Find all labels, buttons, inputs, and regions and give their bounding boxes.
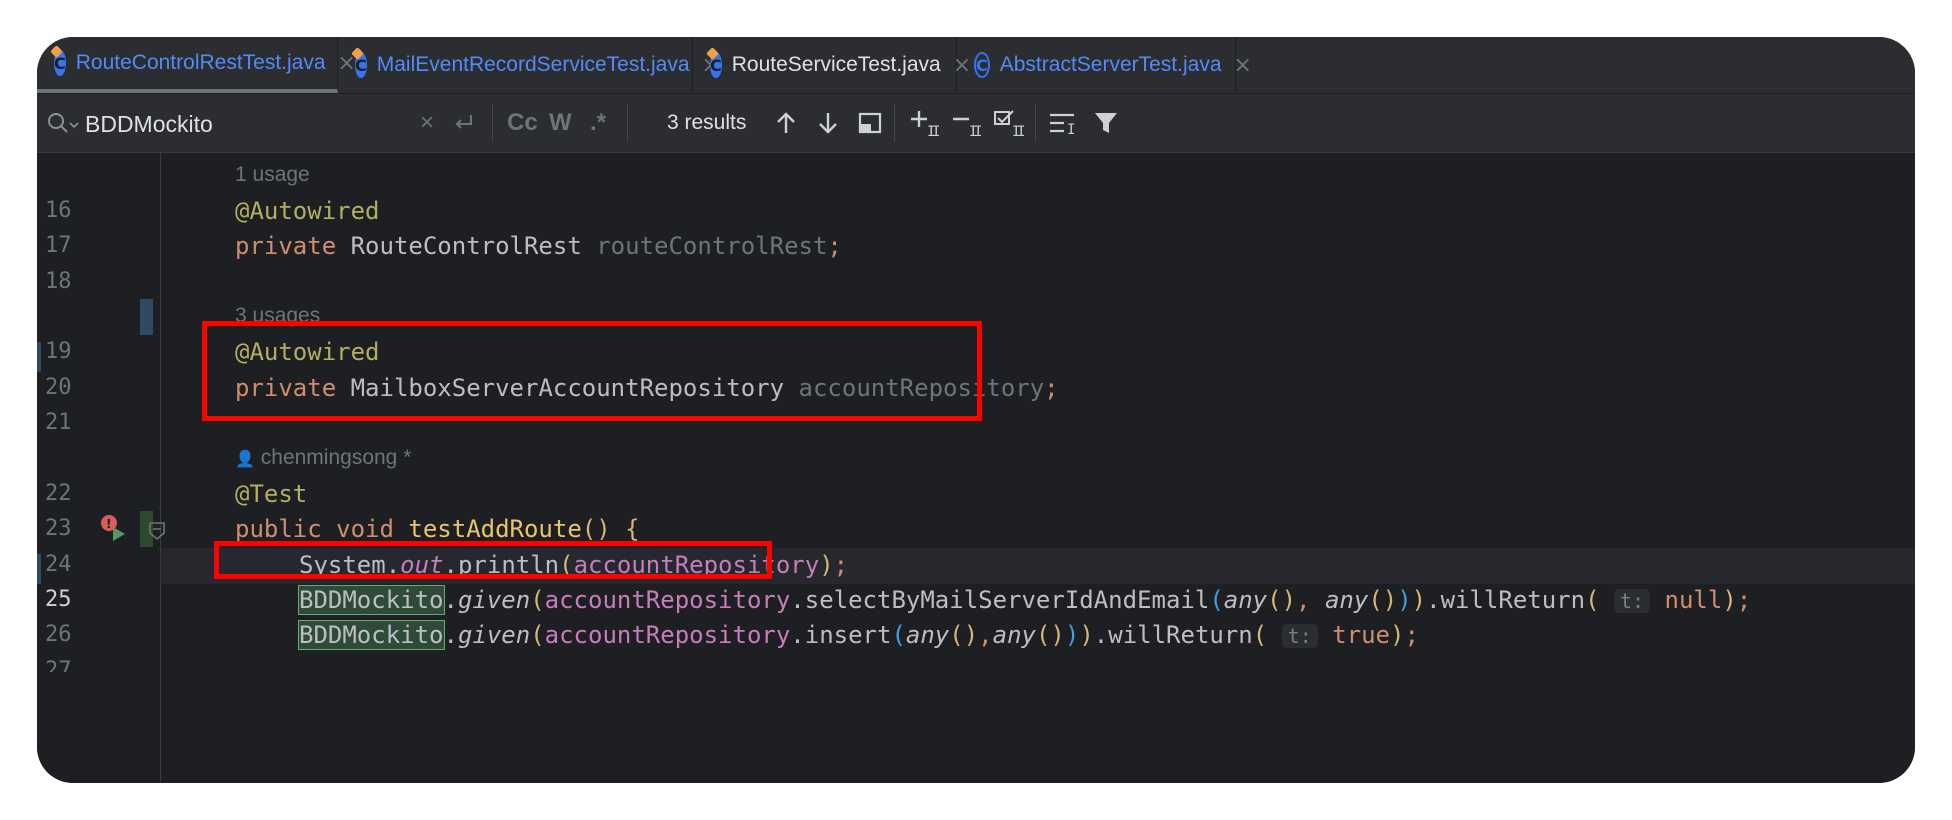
add-occurrence-icon[interactable]: II [909, 94, 939, 152]
tab-label: RouteControlRestTest.java [75, 51, 326, 74]
highlight-box-println [214, 541, 772, 579]
usage-hint[interactable]: 1 usage [235, 163, 310, 187]
separator [894, 104, 895, 142]
tab-label: RouteServiceTest.java [731, 53, 941, 76]
code-line-22[interactable]: @Test [235, 480, 307, 508]
run-test-icon[interactable]: ! [99, 513, 129, 547]
code-line-16[interactable]: @Autowired [235, 197, 380, 225]
tab-abstract-server-test[interactable]: C AbstractServerTest.java × [957, 37, 1252, 93]
parameter-hint: t: [1613, 589, 1651, 613]
line-number: 21 [45, 410, 72, 435]
author-name: chenmingsong * [260, 446, 412, 469]
svg-text:I: I [1017, 124, 1025, 137]
java-test-class-icon: C [355, 52, 367, 78]
results-count: 3 results [667, 111, 747, 134]
svg-text:I: I [974, 124, 981, 137]
code-line-25[interactable]: BDDMockito.given(accountRepository.selec… [298, 585, 1751, 615]
match-case-button[interactable]: Cc [507, 94, 538, 152]
remove-occurrence-icon[interactable]: II [951, 94, 981, 152]
tab-route-service-test[interactable]: C RouteServiceTest.java × [693, 37, 971, 93]
separator [1035, 104, 1036, 142]
editor-tab-bar: C RouteControlRestTest.java × C MailEven… [37, 37, 1915, 94]
find-bar: × Cc W .* 3 results II II II I [37, 94, 1915, 153]
user-icon: 👤 [235, 451, 255, 468]
line-number: 20 [45, 375, 72, 400]
svg-text:I: I [932, 124, 939, 137]
gutter-divider [160, 153, 161, 783]
line-number: 16 [45, 198, 72, 223]
line-number: 25 [45, 587, 72, 612]
code-line-17[interactable]: private RouteControlRest routeControlRes… [235, 232, 842, 260]
code-editor[interactable]: 1 usage 3 usages 👤 chenmingsong * 16 17 … [37, 153, 1915, 783]
ide-window: C RouteControlRestTest.java × C MailEven… [37, 37, 1915, 783]
search-options-icon[interactable]: I [1048, 94, 1078, 152]
previous-occurrence-icon[interactable] [774, 94, 798, 152]
select-all-occurrences-icon[interactable]: II [993, 94, 1025, 152]
svg-text:!: ! [106, 517, 111, 531]
highlight-box-field [202, 321, 982, 421]
line-number: 26 [45, 622, 72, 647]
tab-label: MailEventRecordServiceTest.java [376, 53, 690, 76]
line-number: 22 [45, 481, 72, 506]
java-test-class-icon: C [54, 50, 66, 76]
line-number: 18 [45, 269, 72, 294]
java-abstract-class-icon: C [974, 52, 990, 78]
code-line-23[interactable]: public void testAddRoute() { [235, 515, 640, 543]
line-number: 24 [45, 552, 72, 577]
java-test-class-icon: C [710, 52, 722, 78]
line-number-partial: 27 [45, 658, 72, 672]
new-line-icon[interactable] [451, 94, 477, 152]
filter-icon[interactable] [1092, 94, 1120, 152]
words-button[interactable]: W [549, 94, 572, 152]
line-number: 17 [45, 233, 72, 258]
vcs-modified-marker [140, 299, 153, 335]
search-icon[interactable] [45, 94, 81, 152]
separator [492, 104, 493, 142]
regex-button[interactable]: .* [590, 94, 606, 152]
tab-mail-event-record-service-test[interactable]: C MailEventRecordServiceTest.java × [338, 37, 720, 93]
parameter-hint: t: [1281, 624, 1318, 648]
separator [627, 104, 628, 142]
filter-search-results-icon[interactable] [857, 94, 883, 152]
code-line-26[interactable]: BDDMockito.given(accountRepository.inser… [298, 620, 1419, 650]
next-occurrence-icon[interactable] [816, 94, 840, 152]
close-icon[interactable]: × [1234, 53, 1252, 78]
tab-label: AbstractServerTest.java [999, 53, 1222, 76]
fold-icon[interactable] [148, 521, 166, 545]
tab-route-control-rest-test[interactable]: C RouteControlRestTest.java × [37, 37, 356, 93]
svg-text:I: I [1067, 122, 1075, 136]
author-hint[interactable]: 👤 chenmingsong * [235, 446, 411, 470]
search-input[interactable] [83, 107, 407, 141]
clear-search-icon[interactable]: × [420, 94, 434, 152]
line-number: 19 [45, 339, 72, 364]
